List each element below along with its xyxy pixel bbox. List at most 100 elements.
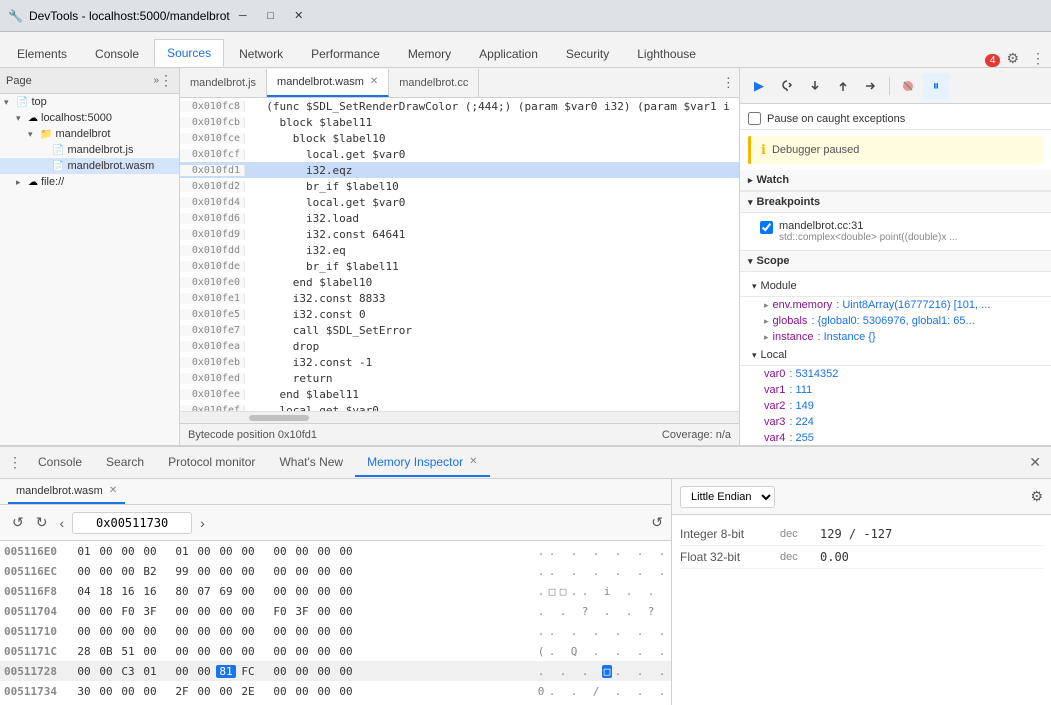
tab-console[interactable]: Console — [82, 39, 152, 67]
module-section-header[interactable]: ▾ Module — [740, 276, 1051, 297]
float-32bit-label: Float 32-bit — [680, 550, 780, 564]
scope-section-header[interactable]: ▾ Scope — [740, 251, 1051, 272]
scope-arrow-icon: ▾ — [748, 256, 753, 267]
step-over-button[interactable] — [774, 73, 800, 99]
tab-memory[interactable]: Memory — [395, 39, 464, 67]
bottom-panel-close-button[interactable]: ✕ — [1023, 454, 1047, 471]
bottom-tab-memory-inspector[interactable]: Memory Inspector ✕ — [355, 449, 489, 477]
tree-item-file[interactable]: ▸ ☁ file:// — [0, 174, 179, 190]
bottom-menu-button[interactable]: ⋮ — [4, 454, 26, 471]
source-horizontal-scroll[interactable] — [180, 411, 739, 423]
tab-security[interactable]: Security — [553, 39, 622, 67]
file-tree-header: Page » ⋮ — [0, 68, 179, 94]
endian-select[interactable]: Little Endian Big Endian — [680, 486, 775, 508]
code-line: 0x010fc8 (func $SDL_SetRenderDrawColor (… — [180, 98, 739, 114]
deactivate-breakpoints-button[interactable] — [895, 73, 921, 99]
bottom-tab-console[interactable]: Console — [26, 449, 94, 477]
source-code[interactable]: 0x010fc8 (func $SDL_SetRenderDrawColor (… — [180, 98, 739, 411]
close-button[interactable]: ✕ — [286, 6, 312, 26]
tab-application[interactable]: Application — [466, 39, 551, 67]
breakpoints-list: mandelbrot.cc:31 std::complex<double> po… — [740, 213, 1051, 250]
hex-row: 00511710 00000000 00000000 00000000 .. .… — [0, 621, 671, 641]
pause-caught-exceptions-checkbox[interactable] — [748, 112, 761, 125]
pause-icon: ℹ — [761, 142, 766, 158]
step-button[interactable] — [858, 73, 884, 99]
tab-lighthouse[interactable]: Lighthouse — [624, 39, 709, 67]
bytecode-position: Bytecode position 0x10fd1 — [188, 429, 317, 441]
source-wrapper: 0x010fc8 (func $SDL_SetRenderDrawColor (… — [180, 98, 739, 411]
code-line: 0x010fd6 i32.load — [180, 210, 739, 226]
maximize-button[interactable]: □ — [258, 6, 284, 26]
source-tab-mandelbrot-cc[interactable]: mandelbrot.cc — [389, 69, 479, 97]
scope-item-var2[interactable]: var2: 149 — [740, 398, 1051, 414]
breakpoints-section-header[interactable]: ▾ Breakpoints — [740, 192, 1051, 213]
memory-wasm-tab[interactable]: mandelbrot.wasm ✕ — [8, 480, 125, 504]
memory-info-header: Little Endian Big Endian ⚙ — [672, 479, 1051, 515]
memory-undo-button[interactable]: ↺ — [8, 512, 28, 533]
pause-on-exceptions-button[interactable]: ⏸ — [923, 73, 949, 99]
source-tab-mandelbrot-wasm[interactable]: mandelbrot.wasm ✕ — [267, 69, 389, 97]
bottom-panel-content: mandelbrot.wasm ✕ ↺ ↻ ‹ › ↺ — [0, 479, 1051, 705]
tab-elements[interactable]: Elements — [4, 39, 80, 67]
debugger-paused-notice: ℹ Debugger paused — [748, 136, 1043, 164]
file-tree-menu-btn[interactable]: ⋮ — [159, 72, 173, 89]
source-tab-wasm-close[interactable]: ✕ — [370, 76, 378, 87]
env-memory-arrow-icon: ▸ — [764, 300, 769, 311]
bottom-tab-bar: ⋮ Console Search Protocol monitor What's… — [0, 447, 1051, 479]
tree-item-mandelbrot-dir[interactable]: ▾ 📁 mandelbrot — [0, 126, 179, 142]
tab-network[interactable]: Network — [226, 39, 296, 67]
scope-item-var0[interactable]: var0: 5314352 — [740, 366, 1051, 382]
memory-refresh-button[interactable]: ↺ — [651, 514, 663, 531]
integer-8bit-value: 129 / -127 — [820, 527, 892, 541]
step-out-button[interactable] — [830, 73, 856, 99]
breakpoint-checkbox[interactable] — [760, 221, 773, 234]
memory-address-input[interactable] — [72, 512, 192, 534]
pause-caught-exceptions-row: Pause on caught exceptions — [740, 108, 1051, 129]
source-tab-bar: mandelbrot.js mandelbrot.wasm ✕ mandelbr… — [180, 68, 739, 98]
memory-inspector-tab-close[interactable]: ✕ — [469, 456, 477, 467]
breakpoints-section: ▾ Breakpoints mandelbrot.cc:31 std::comp… — [740, 192, 1051, 251]
source-tab-menu-btn[interactable]: ⋮ — [722, 75, 735, 91]
step-into-button[interactable] — [802, 73, 828, 99]
memory-info-settings-button[interactable]: ⚙ — [1030, 488, 1043, 505]
memory-redo-button[interactable]: ↻ — [32, 512, 52, 533]
memory-next-button[interactable]: › — [196, 513, 209, 533]
memory-inspector-panel: mandelbrot.wasm ✕ ↺ ↻ ‹ › ↺ — [0, 479, 671, 705]
minimize-button[interactable]: ─ — [230, 6, 256, 26]
code-line: 0x010fed return — [180, 370, 739, 386]
scope-item-instance[interactable]: ▸ instance: Instance {} — [740, 329, 1051, 345]
hex-row-highlighted: 00511728 0000C301 000081FC 00000000 . . … — [0, 661, 671, 681]
resume-button[interactable]: ▶ — [746, 73, 772, 99]
scope-item-env-memory[interactable]: ▸ env.memory: Uint8Array(16777216) [101,… — [740, 297, 1051, 313]
code-line: 0x010fce block $label10 — [180, 130, 739, 146]
instance-arrow-icon: ▸ — [764, 332, 769, 343]
source-area: mandelbrot.js mandelbrot.wasm ✕ mandelbr… — [180, 68, 739, 445]
scope-item-var4[interactable]: var4: 255 — [740, 430, 1051, 445]
code-line: 0x010fe1 i32.const 8833 — [180, 290, 739, 306]
scope-item-var1[interactable]: var1: 111 — [740, 382, 1051, 398]
scope-item-var3[interactable]: var3: 224 — [740, 414, 1051, 430]
local-section-header[interactable]: ▾ Local — [740, 345, 1051, 366]
memory-wasm-tab-close[interactable]: ✕ — [109, 485, 117, 496]
more-button[interactable]: ⋮ — [1025, 50, 1051, 67]
hex-row: 005116EC 000000B2 99000000 00000000 .. .… — [0, 561, 671, 581]
bottom-tab-whats-new[interactable]: What's New — [267, 449, 355, 477]
file-tree-area: Page » ⋮ ▾ 📄 top ▾ ☁ localhost:500 — [0, 68, 739, 445]
tree-item-mandelbrot-js[interactable]: 📄 mandelbrot.js — [0, 142, 179, 158]
bottom-tab-protocol-monitor[interactable]: Protocol monitor — [156, 449, 267, 477]
tab-sources[interactable]: Sources — [154, 39, 224, 67]
breakpoint-label: mandelbrot.cc:31 — [779, 220, 957, 232]
tree-item-top[interactable]: ▾ 📄 top — [0, 94, 179, 110]
coverage-status: Coverage: n/a — [662, 429, 731, 441]
settings-button[interactable]: ⚙ — [1000, 50, 1025, 67]
memory-prev-button[interactable]: ‹ — [55, 513, 68, 533]
tree-item-mandelbrot-wasm[interactable]: 📄 mandelbrot.wasm — [0, 158, 179, 174]
source-tab-mandelbrot-js[interactable]: mandelbrot.js — [180, 69, 267, 97]
breakpoints-arrow-icon: ▾ — [748, 197, 753, 208]
tab-performance[interactable]: Performance — [298, 39, 393, 67]
bottom-tab-search[interactable]: Search — [94, 449, 156, 477]
scope-item-globals[interactable]: ▸ globals: {global0: 5306976, global1: 6… — [740, 313, 1051, 329]
tree-item-localhost[interactable]: ▾ ☁ localhost:5000 — [0, 110, 179, 126]
memory-info-panel: Little Endian Big Endian ⚙ Integer 8-bit… — [671, 479, 1051, 705]
watch-section-header[interactable]: ▸ Watch — [740, 170, 1051, 191]
